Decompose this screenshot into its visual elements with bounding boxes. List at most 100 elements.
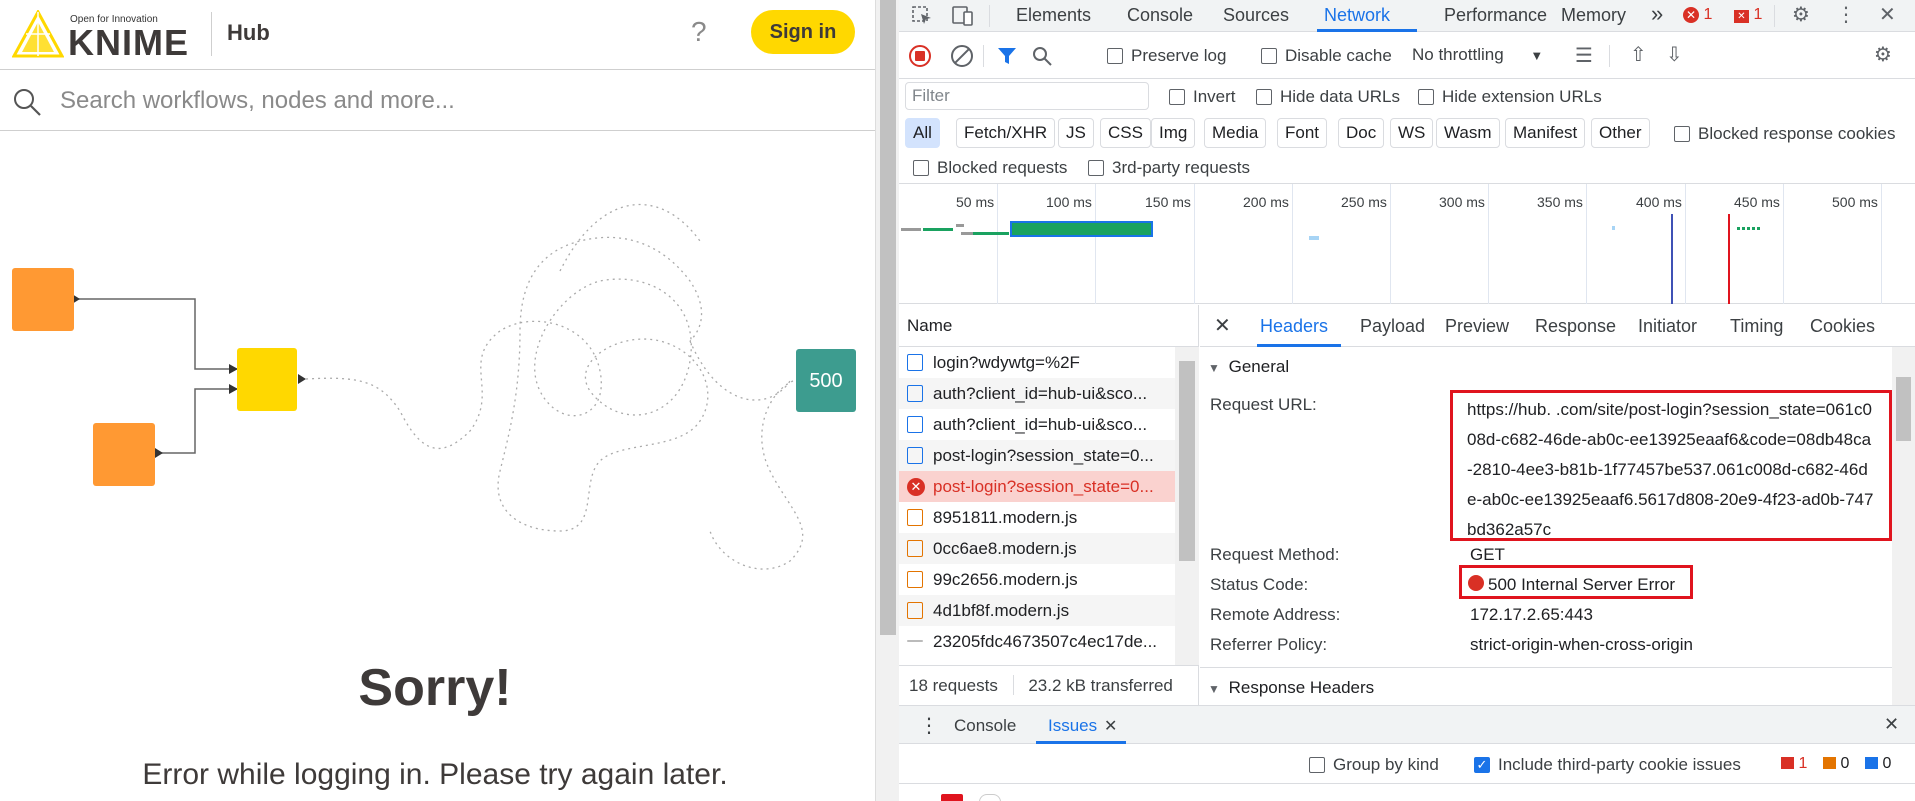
close-details-icon[interactable]: ✕ <box>1214 313 1231 338</box>
disable-cache-checkbox[interactable]: Disable cache <box>1261 46 1392 66</box>
tab-elements[interactable]: Elements <box>1016 5 1091 26</box>
request-row[interactable]: 99c2656.modern.js <box>899 564 1175 595</box>
search-input[interactable] <box>60 83 850 119</box>
tab-network[interactable]: Network <box>1324 5 1390 26</box>
more-options-icon[interactable]: ⋮ <box>1836 5 1856 25</box>
close-devtools-icon[interactable]: ✕ <box>1879 5 1896 25</box>
header-divider <box>211 12 212 56</box>
tab-payload[interactable]: Payload <box>1360 316 1425 337</box>
filter-input[interactable]: Filter <box>905 82 1149 110</box>
preserve-log-box[interactable] <box>1107 48 1123 64</box>
tab-initiator[interactable]: Initiator <box>1638 316 1697 337</box>
blocked-response-cookies-box[interactable] <box>1674 126 1690 142</box>
issue-error-count[interactable]: ✕ 1 <box>1734 6 1762 24</box>
hide-data-urls-checkbox[interactable]: Hide data URLs <box>1256 87 1400 107</box>
throttling-select[interactable]: No throttling ▼ <box>1412 45 1543 65</box>
issue-warnings-count[interactable]: 0 <box>1823 755 1849 773</box>
type-filter-doc[interactable]: Doc <box>1338 118 1385 148</box>
include-third-party-checkbox[interactable]: ✓ Include third-party cookie issues <box>1474 755 1741 775</box>
stop-recording-icon[interactable] <box>909 45 931 67</box>
hide-extension-urls-box[interactable] <box>1418 89 1434 105</box>
preserve-log-checkbox[interactable]: Preserve log <box>1107 46 1226 66</box>
type-filter-ws[interactable]: WS <box>1390 118 1434 148</box>
drawer-tab-issues[interactable]: Issues <box>1048 716 1097 736</box>
active-tab-indicator <box>1317 29 1417 32</box>
invert-checkbox[interactable]: Invert <box>1169 87 1236 107</box>
invert-box[interactable] <box>1169 89 1185 105</box>
request-row[interactable]: auth?client_id=hub-ui&sco... <box>899 409 1175 440</box>
blocked-response-cookies-checkbox[interactable]: Blocked response cookies <box>1674 124 1896 144</box>
request-list-scrollbar-thumb[interactable] <box>1179 361 1195 561</box>
close-issues-tab-icon[interactable]: ✕ <box>1104 716 1117 736</box>
response-headers-section-header[interactable]: ▼ Response Headers <box>1208 678 1374 698</box>
third-party-requests-checkbox[interactable]: 3rd-party requests <box>1088 158 1250 178</box>
filter-funnel-icon[interactable] <box>996 45 1018 67</box>
help-icon[interactable]: ? <box>691 16 707 48</box>
hide-data-urls-box[interactable] <box>1256 89 1272 105</box>
tab-cookies[interactable]: Cookies <box>1810 316 1875 337</box>
clear-log-icon[interactable] <box>951 45 973 67</box>
issue-errors-count[interactable]: 1 <box>1781 755 1807 773</box>
disable-cache-box[interactable] <box>1261 48 1277 64</box>
name-column-header[interactable]: Name <box>899 305 1199 347</box>
hub-label[interactable]: Hub <box>227 20 270 46</box>
blocked-requests-box[interactable] <box>913 160 929 176</box>
request-row[interactable]: post-login?session_state=0... <box>899 440 1175 471</box>
device-toolbar-icon[interactable] <box>951 5 975 27</box>
request-row[interactable]: 23205fdc4673507c4ec17de... <box>899 626 1175 665</box>
request-row[interactable]: auth?client_id=hub-ui&sco... <box>899 378 1175 409</box>
request-row[interactable]: 4d1bf8f.modern.js <box>899 595 1175 626</box>
type-filter-all[interactable]: All <box>905 118 940 148</box>
export-har-icon[interactable]: ⇩ <box>1666 45 1683 65</box>
console-error-count[interactable]: ✕ 1 <box>1683 6 1712 24</box>
close-drawer-icon[interactable]: ✕ <box>1884 714 1899 735</box>
type-filter-manifest[interactable]: Manifest <box>1505 118 1586 148</box>
type-filter-wasm[interactable]: Wasm <box>1436 118 1500 148</box>
issue-info-count[interactable]: 0 <box>1865 755 1891 773</box>
tab-preview[interactable]: Preview <box>1445 316 1509 337</box>
details-scrollbar[interactable] <box>1892 347 1915 705</box>
drawer-menu-icon[interactable]: ⋮ <box>919 713 939 738</box>
hide-extension-urls-checkbox[interactable]: Hide extension URLs <box>1418 87 1602 107</box>
blocked-requests-checkbox[interactable]: Blocked requests <box>913 158 1067 178</box>
type-filter-css[interactable]: CSS <box>1100 118 1151 148</box>
tab-console[interactable]: Console <box>1127 5 1193 26</box>
more-tabs-icon[interactable]: » <box>1651 1 1663 27</box>
search-requests-icon[interactable] <box>1031 45 1053 67</box>
network-conditions-icon[interactable]: ☰ <box>1575 46 1593 66</box>
group-by-kind-box[interactable] <box>1309 757 1325 773</box>
inspect-element-icon[interactable] <box>911 5 933 27</box>
network-settings-icon[interactable]: ⚙ <box>1874 45 1892 65</box>
page-scrollbar[interactable] <box>875 0 899 801</box>
tab-headers[interactable]: Headers <box>1260 316 1328 337</box>
type-filter-img[interactable]: Img <box>1151 118 1196 148</box>
tab-timing[interactable]: Timing <box>1730 316 1783 337</box>
drawer-tab-console[interactable]: Console <box>954 716 1016 736</box>
request-row[interactable]: 0cc6ae8.modern.js <box>899 533 1175 564</box>
page-scrollbar-thumb[interactable] <box>880 0 896 635</box>
import-har-icon[interactable]: ⇧ <box>1630 45 1647 65</box>
request-row[interactable]: 8951811.modern.js <box>899 502 1175 533</box>
third-party-requests-box[interactable] <box>1088 160 1104 176</box>
sign-in-button[interactable]: Sign in <box>751 10 855 54</box>
tab-memory[interactable]: Memory <box>1561 5 1626 26</box>
type-filter-font[interactable]: Font <box>1277 118 1328 148</box>
request-list-scrollbar[interactable] <box>1175 347 1199 665</box>
tab-response[interactable]: Response <box>1535 316 1616 337</box>
type-filter-fetch-xhr[interactable]: Fetch/XHR <box>956 118 1056 148</box>
request-row[interactable]: login?wdywtg=%2F <box>899 347 1175 378</box>
include-third-party-box[interactable]: ✓ <box>1474 757 1490 773</box>
group-by-kind-checkbox[interactable]: Group by kind <box>1309 755 1439 775</box>
settings-gear-icon[interactable]: ⚙ <box>1792 5 1810 25</box>
network-overview-timeline[interactable]: 50 ms 100 ms 150 ms 200 ms 250 ms 300 ms… <box>899 184 1915 304</box>
other-resource-icon <box>907 640 923 642</box>
details-scrollbar-thumb[interactable] <box>1896 377 1911 441</box>
type-filter-js[interactable]: JS <box>1058 118 1094 148</box>
general-section-header[interactable]: ▼ General <box>1208 357 1289 377</box>
request-row-failed[interactable]: ✕ post-login?session_state=0... <box>899 471 1175 502</box>
tab-performance[interactable]: Performance <box>1444 5 1547 26</box>
type-filter-other[interactable]: Other <box>1591 118 1650 148</box>
knime-logo[interactable]: Open for Innovation KNIME <box>12 8 192 63</box>
tab-sources[interactable]: Sources <box>1223 5 1289 26</box>
type-filter-media[interactable]: Media <box>1204 118 1267 148</box>
